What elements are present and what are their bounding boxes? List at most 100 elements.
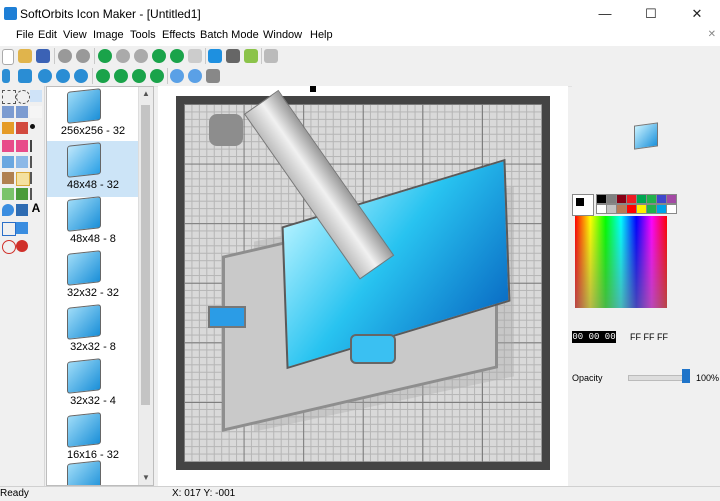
gray-box-icon[interactable]	[188, 49, 202, 63]
import-icon[interactable]	[98, 49, 112, 63]
wand-icon[interactable]	[2, 122, 14, 134]
curve-icon[interactable]	[30, 156, 32, 168]
close-button[interactable]: ✕	[674, 0, 720, 28]
filled-rectangle-icon[interactable]	[16, 222, 28, 234]
green-left-icon[interactable]	[96, 69, 110, 83]
line-icon[interactable]	[30, 140, 32, 152]
rect-select-icon[interactable]	[2, 90, 16, 104]
gradient-icon[interactable]	[16, 156, 28, 168]
menu-batch-mode[interactable]: Batch Mode	[200, 29, 259, 41]
thumbnail-item-selected[interactable]: 48x48 - 32	[47, 141, 139, 197]
ellipse-icon[interactable]	[2, 240, 16, 254]
menu-effects[interactable]: Effects	[162, 29, 195, 41]
menu-file[interactable]: File	[16, 29, 34, 41]
lasso-icon[interactable]	[2, 106, 14, 118]
open-folder-icon[interactable]	[18, 49, 32, 63]
thumbnail-item[interactable]: 32x32 - 8	[47, 303, 139, 359]
menu-help[interactable]: Help	[310, 29, 333, 41]
save-icon[interactable]	[36, 49, 50, 63]
fg-bg-selector[interactable]	[572, 194, 594, 216]
stop-icon[interactable]	[206, 69, 220, 83]
icon-preview-image	[67, 304, 101, 340]
move-icon[interactable]	[30, 106, 42, 118]
airbrush-icon[interactable]	[16, 188, 28, 200]
gray-circle-icon[interactable]	[134, 49, 148, 63]
rectangle-icon[interactable]	[2, 222, 16, 236]
dot-icon[interactable]	[30, 124, 35, 129]
rotate-right-icon[interactable]	[56, 69, 70, 83]
drop-icon[interactable]	[2, 204, 14, 216]
green-down-icon[interactable]	[152, 49, 166, 63]
toolbar-separator	[54, 48, 55, 64]
new-file-icon[interactable]	[2, 49, 14, 65]
green-right-icon[interactable]	[114, 69, 128, 83]
blur-icon[interactable]	[16, 204, 28, 216]
gray-circle-icon[interactable]	[58, 49, 72, 63]
foreground-hex-field[interactable]: 00 00 00	[572, 331, 616, 343]
scrollbar-thumb[interactable]	[141, 105, 150, 405]
gray-circle-icon[interactable]	[116, 49, 130, 63]
resize-vertical-icon[interactable]	[2, 69, 10, 83]
thumbnail-label: 48x48 - 32	[67, 179, 119, 191]
eraser-alt-icon[interactable]	[16, 140, 28, 152]
opacity-label: Opacity	[572, 373, 603, 383]
green-up-icon[interactable]	[132, 69, 146, 83]
rotate-left-icon[interactable]	[38, 69, 52, 83]
pixel-grid-canvas[interactable]	[184, 89, 542, 462]
mdi-close-button[interactable]: ✕	[708, 29, 716, 40]
green-up-icon[interactable]	[170, 49, 184, 63]
thumbnail-label: 256x256 - 32	[60, 125, 126, 137]
thumbnail-item[interactable]	[47, 459, 139, 485]
line-thin-icon[interactable]	[30, 172, 32, 184]
select-icon[interactable]	[30, 90, 42, 102]
menu-edit[interactable]: Edit	[38, 29, 57, 41]
color-swatch[interactable]	[666, 204, 677, 214]
magic-wand-icon[interactable]	[16, 122, 28, 134]
maximize-button[interactable]: ☐	[628, 0, 674, 28]
brush-icon[interactable]	[2, 188, 14, 200]
thumbnail-item[interactable]: 32x32 - 4	[47, 357, 139, 413]
pencil-icon[interactable]	[16, 172, 30, 186]
thumbnail-item[interactable]: 48x48 - 8	[47, 195, 139, 251]
menu-tools[interactable]: Tools	[130, 29, 156, 41]
opacity-slider-track[interactable]	[628, 375, 690, 381]
tool-palette: A	[0, 86, 45, 486]
green-down-icon[interactable]	[150, 69, 164, 83]
line-diagonal-icon[interactable]	[30, 188, 32, 200]
zoom-out-icon[interactable]	[188, 69, 202, 83]
menu-window[interactable]: Window	[263, 29, 302, 41]
toolbar-separator	[167, 68, 168, 84]
scroll-up-icon[interactable]: ▲	[139, 87, 153, 101]
ellipse-select-icon[interactable]	[16, 90, 30, 104]
windows-icon[interactable]	[208, 49, 222, 63]
minimize-button[interactable]: —	[582, 0, 628, 28]
resize-horizontal-icon[interactable]	[18, 69, 32, 83]
canvas-resize-handle[interactable]	[310, 86, 316, 92]
apple-icon[interactable]	[226, 49, 240, 63]
gray-circle-icon[interactable]	[76, 49, 90, 63]
menu-bar: File Edit View Image Tools Effects Batch…	[0, 28, 720, 46]
thumbnail-scrollbar[interactable]: ▲ ▼	[138, 87, 153, 485]
eraser-icon[interactable]	[2, 140, 14, 152]
settings-icon[interactable]	[264, 49, 278, 63]
thumbnail-label: 48x48 - 8	[70, 233, 116, 245]
thumbnail-item[interactable]: 256x256 - 32	[47, 87, 139, 143]
text-tool-icon[interactable]: A	[30, 202, 42, 214]
stamp-icon[interactable]	[2, 172, 14, 184]
background-hex-field[interactable]: FF FF FF	[630, 332, 668, 342]
menu-view[interactable]: View	[63, 29, 87, 41]
opacity-slider-handle[interactable]	[682, 369, 690, 383]
magic-lasso-icon[interactable]	[16, 106, 28, 118]
foreground-color-box[interactable]	[576, 198, 584, 206]
menu-image[interactable]: Image	[93, 29, 124, 41]
status-bar: Ready X: 017 Y: -001	[0, 486, 720, 501]
color-swatch[interactable]	[666, 194, 677, 204]
rotate-icon[interactable]	[74, 69, 88, 83]
scroll-down-icon[interactable]: ▼	[139, 471, 153, 485]
thumbnail-item[interactable]: 32x32 - 32	[47, 249, 139, 305]
filled-ellipse-icon[interactable]	[16, 240, 28, 252]
zoom-in-icon[interactable]	[170, 69, 184, 83]
color-picker-gradient[interactable]	[575, 216, 667, 308]
android-icon[interactable]	[244, 49, 258, 63]
fill-icon[interactable]	[2, 156, 14, 168]
